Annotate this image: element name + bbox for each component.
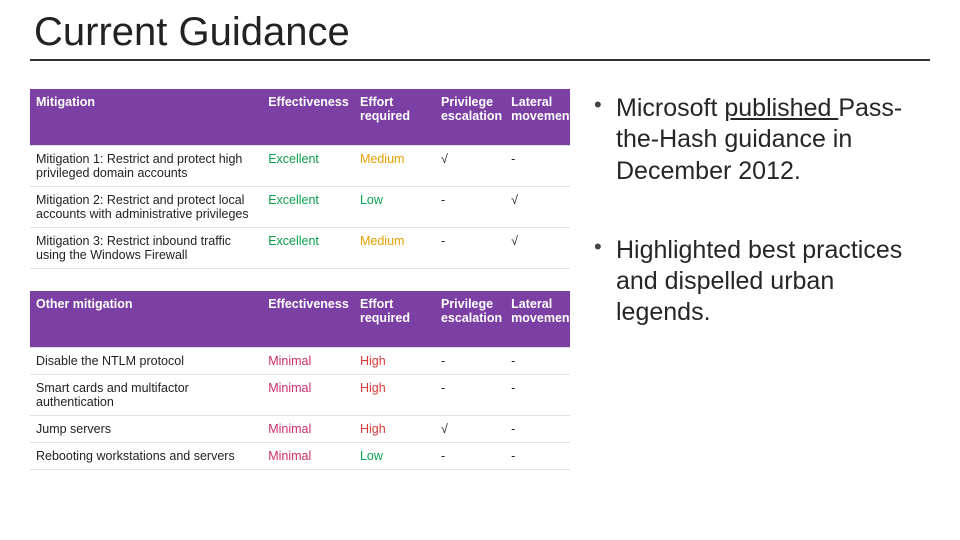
table-row: Mitigation 2: Restrict and protect local…: [30, 187, 570, 228]
cell-effort: High: [354, 416, 435, 443]
cell-effectiveness: Excellent: [262, 146, 354, 187]
table-row: Jump servers Minimal High √ -: [30, 416, 570, 443]
cell-effort: Low: [354, 187, 435, 228]
cell-lateral: -: [505, 443, 570, 470]
cell-priv: -: [435, 348, 505, 375]
table-row: Mitigation 3: Restrict inbound traffic u…: [30, 228, 570, 269]
table-row: Disable the NTLM protocol Minimal High -…: [30, 348, 570, 375]
table-row: Smart cards and multifactor authenticati…: [30, 375, 570, 416]
col-effort: Effort required: [354, 89, 435, 146]
table-header: Other mitigation Effectiveness Effort re…: [30, 291, 570, 348]
cell-priv: -: [435, 187, 505, 228]
cell-lateral: -: [505, 416, 570, 443]
cell-effort: Medium: [354, 228, 435, 269]
cell-mitigation: Mitigation 2: Restrict and protect local…: [30, 187, 262, 228]
page-title: Current Guidance: [30, 10, 930, 61]
table-header: Mitigation Effectiveness Effort required…: [30, 89, 570, 146]
cell-priv: -: [435, 443, 505, 470]
bullet-text: Microsoft: [616, 94, 724, 122]
cell-lateral: -: [505, 375, 570, 416]
cell-effectiveness: Excellent: [262, 187, 354, 228]
cell-priv: √: [435, 146, 505, 187]
tables-column: Mitigation Effectiveness Effort required…: [30, 89, 570, 470]
cell-mitigation: Mitigation 1: Restrict and protect high …: [30, 146, 262, 187]
cell-mitigation: Rebooting workstations and servers: [30, 443, 262, 470]
cell-effectiveness: Excellent: [262, 228, 354, 269]
col-priv: Privilege escalation: [435, 89, 505, 146]
table-spacer: [30, 269, 570, 291]
bullet-text: Highlighted best practices and dispelled…: [616, 236, 902, 327]
cell-lateral: √: [505, 228, 570, 269]
cell-mitigation: Smart cards and multifactor authenticati…: [30, 375, 262, 416]
published-link[interactable]: published: [724, 94, 838, 122]
cell-effort: High: [354, 375, 435, 416]
cell-effort: Low: [354, 443, 435, 470]
bullets-column: Microsoft published Pass-the-Hash guidan…: [592, 89, 930, 470]
slide: Current Guidance Mitigation Effectivenes…: [0, 0, 960, 540]
col-mitigation: Other mitigation: [30, 291, 262, 348]
col-lateral: Lateral movement: [505, 89, 570, 146]
col-effectiveness: Effectiveness: [262, 89, 354, 146]
cell-priv: -: [435, 228, 505, 269]
table-row: Mitigation 1: Restrict and protect high …: [30, 146, 570, 187]
cell-lateral: √: [505, 187, 570, 228]
list-item: Microsoft published Pass-the-Hash guidan…: [592, 93, 930, 187]
cell-effectiveness: Minimal: [262, 375, 354, 416]
bullet-list: Microsoft published Pass-the-Hash guidan…: [592, 93, 930, 329]
col-lateral: Lateral movement: [505, 291, 570, 348]
list-item: Highlighted best practices and dispelled…: [592, 235, 930, 329]
cell-effectiveness: Minimal: [262, 348, 354, 375]
cell-effort: High: [354, 348, 435, 375]
cell-effectiveness: Minimal: [262, 443, 354, 470]
col-priv: Privilege escalation: [435, 291, 505, 348]
cell-lateral: -: [505, 348, 570, 375]
col-mitigation: Mitigation: [30, 89, 262, 146]
col-effort: Effort required: [354, 291, 435, 348]
cell-effectiveness: Minimal: [262, 416, 354, 443]
table-row: Rebooting workstations and servers Minim…: [30, 443, 570, 470]
cell-priv: -: [435, 375, 505, 416]
bottom-mitigations-table: Other mitigation Effectiveness Effort re…: [30, 291, 570, 470]
cell-mitigation: Mitigation 3: Restrict inbound traffic u…: [30, 228, 262, 269]
col-effectiveness: Effectiveness: [262, 291, 354, 348]
body-columns: Mitigation Effectiveness Effort required…: [30, 89, 930, 470]
cell-lateral: -: [505, 146, 570, 187]
cell-priv: √: [435, 416, 505, 443]
cell-mitigation: Disable the NTLM protocol: [30, 348, 262, 375]
top-mitigations-table: Mitigation Effectiveness Effort required…: [30, 89, 570, 269]
cell-mitigation: Jump servers: [30, 416, 262, 443]
cell-effort: Medium: [354, 146, 435, 187]
